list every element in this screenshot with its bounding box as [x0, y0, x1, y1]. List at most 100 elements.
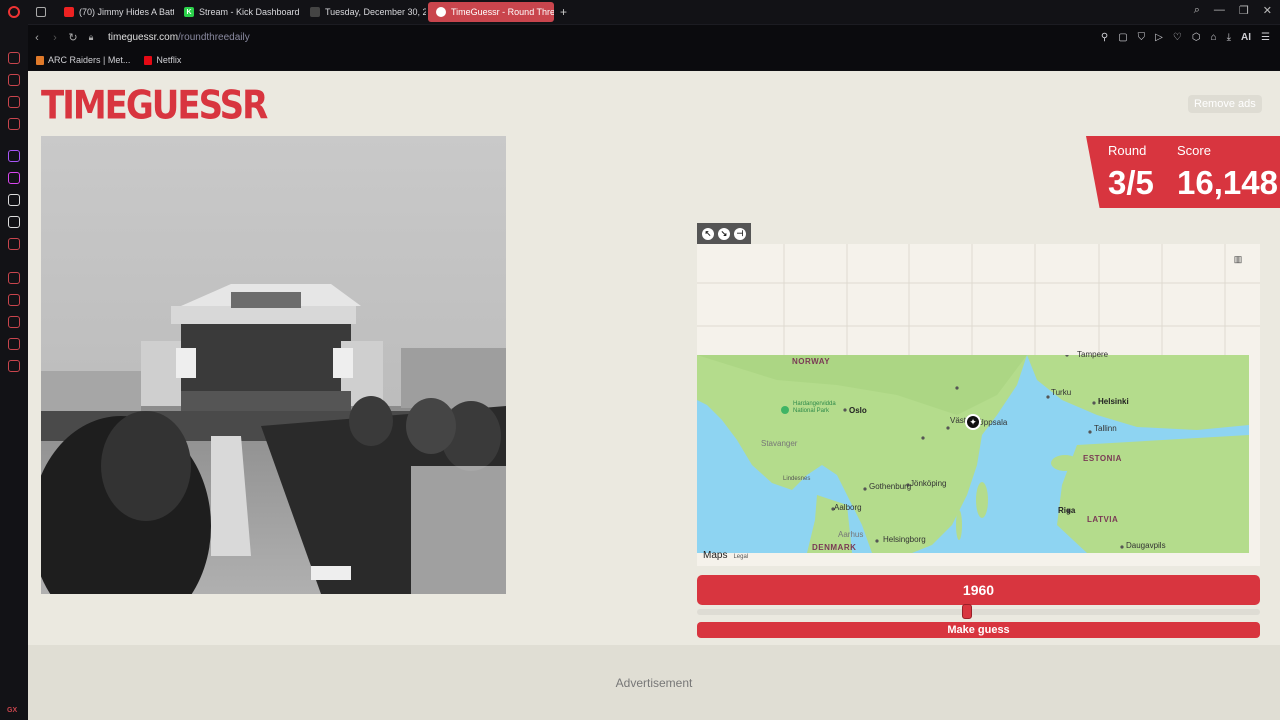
page: TIMEGUESSR Remove ads Round Score 3/5 16… — [28, 71, 1280, 720]
map-label-tampere: Tampere — [1077, 350, 1109, 359]
score-value: 16,148 — [1177, 164, 1278, 201]
map-label-hardangervidda: Hardangervidda National Park — [793, 401, 836, 414]
tab-youtube[interactable]: (70) Jimmy Hides A Batter — [56, 2, 174, 22]
tab-label: (70) Jimmy Hides A Batter — [79, 7, 174, 17]
instagram-icon[interactable] — [8, 172, 20, 184]
bookmark-arc-raiders[interactable]: ARC Raiders | Met... — [36, 55, 130, 65]
map-size-controls: ↖ ↘ ⊣ — [697, 223, 751, 244]
menu-icon[interactable]: ☰ — [1261, 32, 1270, 43]
year-slider-thumb[interactable] — [962, 604, 973, 619]
news-icon[interactable] — [8, 96, 20, 108]
arc-raiders-icon — [36, 55, 44, 65]
tab-timeguessr[interactable]: TimeGuessr - Round Three — [428, 2, 554, 22]
map-label-aarhus: Aarhus — [838, 530, 864, 539]
history-icon[interactable] — [8, 316, 20, 328]
map-label-norway: NORWAY — [792, 357, 831, 366]
map-label-denmark: DENMARK — [812, 543, 857, 552]
browser-sidebar: GX — [0, 24, 28, 720]
back-icon[interactable]: ‹ — [28, 32, 46, 44]
tab-date[interactable]: Tuesday, December 30, 2 — [302, 2, 426, 22]
kick-icon: K — [184, 7, 194, 17]
map-label-turku: Turku — [1051, 388, 1072, 397]
map-label-riga: Riga — [1058, 506, 1076, 515]
lock-icon: 🔒︎ — [88, 32, 94, 42]
tab-label: Tuesday, December 30, 2 — [325, 7, 426, 17]
speed-dial-icon[interactable] — [8, 52, 20, 64]
new-tab-button[interactable]: + — [560, 5, 567, 19]
x-icon[interactable] — [8, 216, 20, 228]
address-bar: ‹ › ↻ 🔒︎ timeguessr.com/roundthreedaily … — [28, 24, 1280, 50]
guess-pin-icon[interactable]: ✦ — [965, 414, 981, 430]
tab-label: TimeGuessr - Round Three — [451, 7, 554, 17]
ai-button[interactable]: AI — [1241, 32, 1251, 43]
grid-icon — [310, 7, 320, 17]
bookmarks-bar: ARC Raiders | Met... Netflix — [28, 50, 1280, 70]
gx-icon[interactable]: GX — [7, 707, 17, 714]
tab-label: Stream - Kick Dashboard — [199, 7, 300, 17]
twitch-icon[interactable] — [8, 150, 20, 162]
close-icon[interactable]: ✕ — [1263, 4, 1272, 17]
restore-icon[interactable]: ❐ — [1239, 4, 1249, 17]
map-label-latvia: LATVIA — [1087, 515, 1119, 524]
snapshot-icon[interactable]: ▢ — [1118, 32, 1127, 43]
map-label-lindesnes: Lindesnes — [783, 476, 811, 482]
wallet-icon[interactable]: ⌂ — [1211, 32, 1217, 43]
year-display: 1960 — [697, 575, 1260, 605]
tab-bar: (70) Jimmy Hides A Batter K Stream - Kic… — [0, 0, 1280, 24]
bookmark-netflix[interactable]: Netflix — [144, 55, 181, 65]
download-icon[interactable]: ⤓ — [1227, 32, 1231, 43]
map-attribution: Maps Legal — [703, 550, 748, 561]
apple-maps-label: Maps — [703, 550, 728, 561]
opera-logo-icon[interactable] — [0, 0, 28, 24]
pin-map-icon[interactable]: ⊣ — [734, 227, 746, 240]
reload-icon[interactable]: ↻ — [64, 31, 82, 44]
guess-map[interactable]: NORWAY ESTONIA LATVIA DENMARK Oslo Helsi… — [697, 244, 1260, 566]
tab-kick[interactable]: K Stream - Kick Dashboard — [176, 2, 300, 22]
map-label-jonkoping: Jönköping — [910, 479, 947, 488]
map-label-uppsala: Uppsala — [978, 418, 1008, 427]
legal-link[interactable]: Legal — [733, 554, 748, 560]
map-label-aalborg: Aalborg — [834, 503, 862, 512]
play-icon[interactable]: ▷ — [1155, 32, 1163, 43]
map-label-estonia: ESTONIA — [1083, 454, 1122, 463]
round-value: 3/5 — [1108, 164, 1154, 201]
map-label-helsinki: Helsinki — [1098, 397, 1129, 406]
heart-icon[interactable]: ♡ — [1173, 32, 1182, 43]
mail-icon[interactable] — [8, 118, 20, 130]
shield-icon[interactable]: ⛉ — [1138, 32, 1146, 43]
player-icon[interactable] — [8, 272, 20, 284]
netflix-icon — [144, 55, 153, 65]
map-label-helsingborg: Helsingborg — [883, 535, 926, 544]
youtube-sidebar-icon[interactable] — [8, 238, 20, 250]
expand-map-icon[interactable]: ↖ — [702, 227, 714, 240]
map-label-oslo: Oslo — [849, 406, 867, 415]
map-label-gothenburg: Gothenburg — [869, 482, 912, 491]
forward-icon[interactable]: › — [46, 32, 64, 44]
pinboard-icon[interactable] — [8, 294, 20, 306]
url-field[interactable]: timeguessr.com/roundthreedaily — [108, 32, 250, 43]
search-icon[interactable]: ⌕ — [1194, 4, 1200, 17]
tab-square-icon[interactable] — [28, 2, 54, 22]
make-guess-button[interactable]: Make guess — [697, 622, 1260, 638]
year-slider[interactable] — [697, 604, 1260, 619]
map-layers-icon[interactable]: ▥ — [1230, 254, 1246, 268]
advertisement-area: Advertisement — [28, 645, 1280, 720]
pin-icon[interactable]: ⚲ — [1101, 32, 1108, 43]
timeguessr-logo[interactable]: TIMEGUESSR — [41, 83, 268, 129]
shrink-map-icon[interactable]: ↘ — [718, 227, 730, 240]
round-label: Round — [1108, 143, 1147, 158]
settings-icon[interactable] — [8, 360, 20, 372]
extensions-sidebar-icon[interactable] — [8, 338, 20, 350]
round-photo — [41, 136, 506, 594]
minimize-icon[interactable]: — — [1214, 4, 1225, 17]
youtube-icon — [64, 7, 74, 17]
map-label-stavanger: Stavanger — [761, 439, 798, 448]
map-label-daugavpils: Daugavpils — [1126, 541, 1166, 550]
advertisement-label: Advertisement — [615, 675, 693, 690]
aria-icon[interactable] — [8, 74, 20, 86]
extensions-icon[interactable]: ⬡ — [1192, 32, 1201, 43]
remove-ads-button[interactable]: Remove ads — [1188, 95, 1262, 113]
map-label-tallinn: Tallinn — [1094, 424, 1117, 433]
tiktok-icon[interactable] — [8, 194, 20, 206]
timeguessr-icon — [436, 7, 446, 17]
